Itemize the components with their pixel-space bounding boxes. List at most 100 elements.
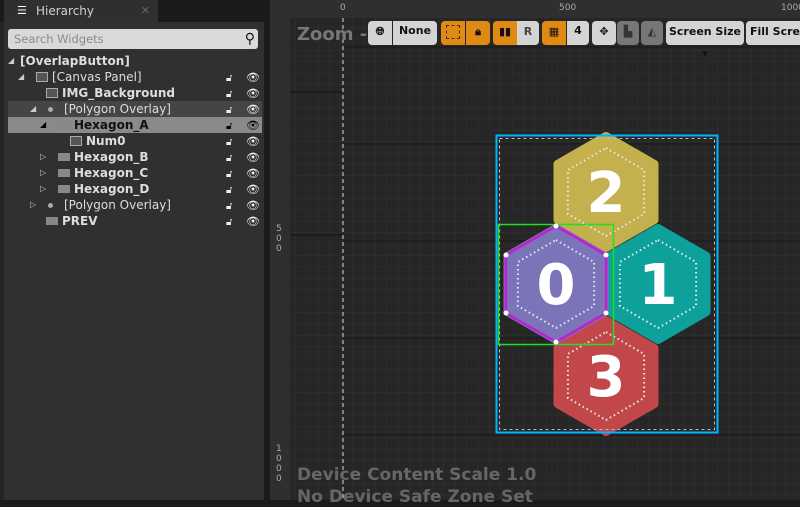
resize-handle[interactable] <box>503 252 509 258</box>
close-icon[interactable]: ✕ <box>141 0 150 22</box>
respect-locks-toggle[interactable]: ▮▮ <box>493 21 517 45</box>
list-icon: ☰ <box>17 4 27 17</box>
tree-item-label: PREV <box>62 214 98 228</box>
collapsed-arrow-icon[interactable]: ▷ <box>40 165 46 181</box>
hexagon-3[interactable]: 3 <box>553 316 659 436</box>
anchor-value: None <box>398 24 432 37</box>
tree-item[interactable]: ◢ [Polygon Overlay] 🔓︎ 👁︎ <box>8 101 262 117</box>
grid-size-dropdown[interactable]: 4 <box>567 21 589 45</box>
hexagon-1[interactable]: 1 <box>605 224 711 344</box>
widget-type-icon <box>46 88 58 98</box>
tree-item[interactable]: ▷ Hexagon_C 🔓︎ 👁︎ <box>8 165 262 181</box>
expanded-arrow-icon[interactable]: ◢ <box>8 53 14 69</box>
visibility-eye-icon[interactable]: 👁︎ <box>246 166 260 182</box>
resize-handle[interactable] <box>603 252 609 258</box>
tree-item-label: Hexagon_C <box>74 166 149 180</box>
tree-item[interactable]: ◢ [OverlapButton] <box>8 53 262 69</box>
resize-handle[interactable] <box>553 223 559 229</box>
visibility-eye-icon[interactable]: 👁︎ <box>246 70 260 86</box>
visibility-eye-icon[interactable]: 👁︎ <box>246 118 260 134</box>
lock-icon[interactable]: 🔓︎ <box>226 103 237 116</box>
lock-icon[interactable]: 🔓︎ <box>226 183 237 196</box>
lock-toggle[interactable]: 🔒︎ <box>466 21 490 45</box>
collapsed-arrow-icon[interactable]: ▷ <box>40 149 46 165</box>
fill-screen-dropdown[interactable]: Fill Screen <box>746 21 800 45</box>
flip-toggle[interactable]: ◭ <box>641 21 663 45</box>
widget-type-icon <box>58 169 70 177</box>
search-input[interactable]: Search Widgets ⚲ <box>8 29 258 49</box>
hierarchy-tab[interactable]: ☰ Hierarchy ✕ <box>4 0 158 22</box>
tree-item[interactable]: Num0 🔓︎ 👁︎ <box>8 133 262 149</box>
tree-item[interactable]: ▷ Hexagon_D 🔓︎ 👁︎ <box>8 181 262 197</box>
hexagon-2[interactable]: 2 <box>553 132 659 252</box>
dashed-square-icon <box>446 25 460 39</box>
tab-bar: ☰ Hierarchy ✕ <box>0 0 264 22</box>
hexagon-number: 1 <box>639 253 678 318</box>
tree-item-label: Hexagon_B <box>74 150 149 164</box>
grid-snap-toggle[interactable]: ▦ <box>542 21 566 45</box>
lock-icon[interactable]: 🔓︎ <box>226 199 237 212</box>
tree-item[interactable]: ▷ Hexagon_B 🔓︎ 👁︎ <box>8 149 262 165</box>
tree-item-label: Num0 <box>86 134 126 148</box>
visibility-eye-icon[interactable]: 👁︎ <box>246 198 260 214</box>
tree-item[interactable]: ◢ Hexagon_A 🔓︎ 👁︎ <box>8 117 262 133</box>
lock-icon[interactable]: 🔓︎ <box>226 119 237 132</box>
tree-item-label: [Canvas Panel] <box>52 70 142 84</box>
widget-preview: 2130 <box>495 132 719 436</box>
tree-item-label: IMG_Background <box>62 86 176 100</box>
tab-title: Hierarchy <box>36 4 95 18</box>
outline-toggle[interactable] <box>441 21 465 45</box>
image-icon: ▙ <box>623 25 633 38</box>
zoom-to-fit-button[interactable]: ✥ <box>592 21 616 45</box>
lock-icon[interactable]: 🔓︎ <box>226 71 237 84</box>
tree-item[interactable]: ▷ [Polygon Overlay] 🔓︎ 👁︎ <box>8 197 262 213</box>
expanded-arrow-icon[interactable]: ◢ <box>40 117 46 133</box>
resize-handle[interactable] <box>603 310 609 316</box>
grid-size-value: 4 <box>574 24 582 37</box>
flip-icon: ◭ <box>647 25 657 38</box>
globe-icon: 🌐︎ <box>375 25 385 38</box>
expanded-arrow-icon[interactable]: ◢ <box>30 101 36 117</box>
locks-icon: ▮▮ <box>498 25 512 38</box>
widget-type-icon <box>58 185 70 193</box>
fit-icon: ✥ <box>599 25 609 38</box>
lock-icon[interactable]: 🔓︎ <box>226 151 237 164</box>
reset-button[interactable]: R <box>517 21 539 45</box>
tree-item[interactable]: IMG_Background 🔓︎ 👁︎ <box>8 85 262 101</box>
widget-type-icon <box>58 153 70 161</box>
safe-zone-label: No Device Safe Zone Set <box>297 487 533 507</box>
collapsed-arrow-icon[interactable]: ▷ <box>30 197 36 213</box>
visibility-eye-icon[interactable]: 👁︎ <box>246 102 260 118</box>
device-scale-label: Device Content Scale 1.0 <box>297 465 537 485</box>
collapsed-arrow-icon[interactable]: ▷ <box>40 181 46 197</box>
hexagon-number: 0 <box>537 253 576 318</box>
hexagon-number: 3 <box>587 345 626 410</box>
expanded-arrow-icon[interactable]: ◢ <box>18 69 24 85</box>
widget-type-icon <box>36 72 48 82</box>
tree-item-label: [Polygon Overlay] <box>64 198 171 212</box>
anchor-dropdown[interactable]: None <box>393 21 437 45</box>
tree-item[interactable]: ◢ [Canvas Panel] 🔓︎ 👁︎ <box>8 69 262 85</box>
background-toggle[interactable]: ▙ <box>617 21 639 45</box>
visibility-eye-icon[interactable]: 👁︎ <box>246 214 260 230</box>
designer-canvas[interactable]: 0 500 1000 500 1000 2130 <box>270 0 800 500</box>
localization-button[interactable]: 🌐︎ <box>368 21 392 45</box>
lock-icon[interactable]: 🔓︎ <box>226 215 237 228</box>
lock-icon[interactable]: 🔓︎ <box>226 135 237 148</box>
widget-type-icon <box>58 121 70 129</box>
visibility-eye-icon[interactable]: 👁︎ <box>246 182 260 198</box>
resize-handle[interactable] <box>553 339 559 345</box>
screen-size-dropdown[interactable]: Screen Size ▾ <box>666 21 744 60</box>
visibility-eye-icon[interactable]: 👁︎ <box>246 150 260 166</box>
search-icon[interactable]: ⚲ <box>245 30 255 48</box>
search-placeholder: Search Widgets <box>14 32 104 46</box>
lock-icon[interactable]: 🔓︎ <box>226 87 237 100</box>
visibility-eye-icon[interactable]: 👁︎ <box>246 86 260 102</box>
tree-item-label: Hexagon_A <box>74 118 149 132</box>
tree-item[interactable]: PREV 🔓︎ 👁︎ <box>8 213 262 229</box>
visibility-eye-icon[interactable]: 👁︎ <box>246 134 260 150</box>
lock-icon[interactable]: 🔓︎ <box>226 167 237 180</box>
widget-type-icon <box>48 107 53 112</box>
hierarchy-panel: ☰ Hierarchy ✕ Search Widgets ⚲ ◢ [Overlap… <box>0 0 264 500</box>
resize-handle[interactable] <box>503 310 509 316</box>
